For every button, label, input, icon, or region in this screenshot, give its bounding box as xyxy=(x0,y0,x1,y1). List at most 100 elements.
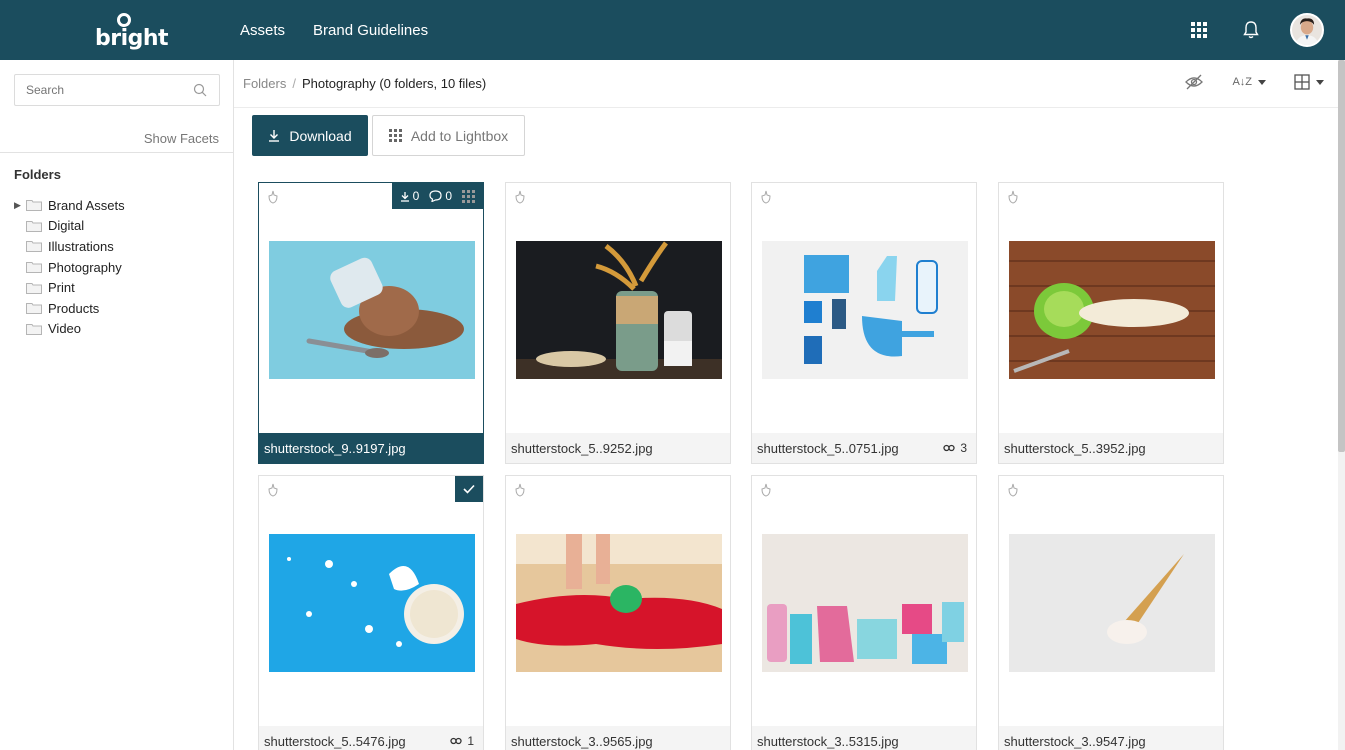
hide-eye-icon[interactable] xyxy=(1184,74,1204,90)
folder-item-photography[interactable]: Photography xyxy=(14,257,125,278)
user-avatar[interactable] xyxy=(1290,13,1324,47)
folders-heading: Folders xyxy=(14,167,61,182)
card-download-action[interactable]: 0 xyxy=(400,189,420,203)
breadcrumb-current: Photography (0 folders, 10 files) xyxy=(301,76,487,91)
sort-az-icon: A↓Z xyxy=(1232,76,1252,88)
link-icon xyxy=(450,737,462,745)
card-action-bar: 0 0 xyxy=(391,183,483,209)
expand-caret-icon[interactable]: ▶ xyxy=(14,200,26,211)
asset-filename: shutterstock_5..5476.jpg xyxy=(264,733,406,749)
folder-label: Photography xyxy=(48,259,122,275)
notification-bell-icon[interactable] xyxy=(1242,20,1260,40)
folder-icon xyxy=(26,282,42,294)
download-button[interactable]: Download xyxy=(252,115,368,156)
favorite-pin-icon[interactable] xyxy=(514,483,526,497)
divider xyxy=(234,107,1338,108)
grid-layout-icon xyxy=(1294,74,1310,90)
nav-brand-guidelines[interactable]: Brand Guidelines xyxy=(313,22,428,39)
asset-thumbnail xyxy=(1009,241,1215,379)
search-box[interactable] xyxy=(14,74,220,106)
asset-filename: shutterstock_3..5315.jpg xyxy=(757,733,899,749)
folder-label: Illustrations xyxy=(48,238,114,254)
favorite-pin-icon[interactable] xyxy=(1007,483,1019,497)
folder-item-video[interactable]: Video xyxy=(14,319,125,340)
layout-dropdown[interactable] xyxy=(1294,74,1324,90)
sidebar: Show Facets Folders ▶ Brand Assets Digit… xyxy=(0,60,234,750)
asset-footer: shutterstock_3..5315.jpg xyxy=(752,726,976,750)
asset-filename: shutterstock_5..3952.jpg xyxy=(1004,440,1146,456)
folder-item-products[interactable]: Products xyxy=(14,298,125,319)
asset-thumbnail xyxy=(762,534,968,672)
sort-dropdown[interactable]: A↓Z xyxy=(1232,76,1266,88)
folder-item-illustrations[interactable]: Illustrations xyxy=(14,236,125,257)
asset-card[interactable]: shutterstock_3..9565.jpg xyxy=(505,475,731,750)
search-icon[interactable] xyxy=(193,83,207,97)
divider xyxy=(0,152,234,153)
download-label: Download xyxy=(289,127,352,144)
nav-assets[interactable]: Assets xyxy=(240,22,285,39)
logo-ring-icon xyxy=(117,13,131,27)
asset-footer: shutterstock_3..9547.jpg xyxy=(999,726,1223,750)
asset-thumbnail xyxy=(269,534,475,672)
asset-thumbnail xyxy=(516,241,722,379)
asset-filename: shutterstock_9..9197.jpg xyxy=(264,440,406,456)
download-icon xyxy=(400,191,409,202)
scrollbar-thumb[interactable] xyxy=(1338,60,1345,452)
comment-icon xyxy=(429,190,442,202)
caret-down-icon xyxy=(1258,79,1266,85)
asset-card[interactable]: shutterstock_5..3952.jpg xyxy=(998,182,1224,464)
folder-icon xyxy=(26,323,42,335)
folder-icon xyxy=(26,303,42,315)
usage-number: 3 xyxy=(960,441,967,455)
bright-logo[interactable]: bright xyxy=(95,12,169,52)
card-lightbox-icon[interactable] xyxy=(462,189,475,203)
asset-thumbnail xyxy=(516,534,722,672)
apps-grid-icon[interactable] xyxy=(1191,22,1207,38)
favorite-pin-icon[interactable] xyxy=(514,190,526,204)
asset-card[interactable]: shutterstock_5..9252.jpg xyxy=(505,182,731,464)
asset-card[interactable]: 0 0 shutterstock_9..9197.jpg xyxy=(258,182,484,464)
asset-filename: shutterstock_5..9252.jpg xyxy=(511,440,653,456)
top-bar: bright Assets Brand Guidelines xyxy=(0,0,1345,60)
link-icon xyxy=(943,444,955,452)
favorite-pin-icon[interactable] xyxy=(760,190,772,204)
folder-item-brand-assets[interactable]: ▶ Brand Assets xyxy=(14,195,125,216)
favorite-pin-icon[interactable] xyxy=(267,483,279,497)
asset-card[interactable]: shutterstock_3..9547.jpg xyxy=(998,475,1224,750)
favorite-pin-icon[interactable] xyxy=(1007,190,1019,204)
folder-label: Products xyxy=(48,300,100,316)
view-toolbar: A↓Z xyxy=(1184,74,1324,90)
asset-filename: shutterstock_3..9565.jpg xyxy=(511,733,653,749)
folder-label: Brand Assets xyxy=(48,197,125,213)
card-comment-action[interactable]: 0 xyxy=(429,189,452,203)
checkmark-icon xyxy=(463,484,475,494)
favorite-pin-icon[interactable] xyxy=(760,483,772,497)
add-to-lightbox-button[interactable]: Add to Lightbox xyxy=(372,115,525,156)
breadcrumb: Folders / Photography (0 folders, 10 fil… xyxy=(243,76,486,91)
selected-checkbox[interactable] xyxy=(455,476,483,502)
asset-filename: shutterstock_3..9547.jpg xyxy=(1004,733,1146,749)
asset-footer: shutterstock_5..3952.jpg xyxy=(999,433,1223,463)
asset-thumbnail xyxy=(269,241,475,379)
folder-icon xyxy=(26,241,42,253)
breadcrumb-folders-link[interactable]: Folders xyxy=(243,76,286,91)
folder-label: Print xyxy=(48,280,75,296)
show-facets-link[interactable]: Show Facets xyxy=(144,131,219,146)
usage-number: 1 xyxy=(467,734,474,748)
favorite-pin-icon[interactable] xyxy=(267,190,279,204)
folder-icon xyxy=(26,262,42,274)
asset-card[interactable]: shutterstock_5..5476.jpg 1 xyxy=(258,475,484,750)
asset-footer: shutterstock_5..9252.jpg xyxy=(506,433,730,463)
folder-item-print[interactable]: Print xyxy=(14,277,125,298)
usage-count[interactable]: 1 xyxy=(450,734,474,748)
asset-footer: shutterstock_5..0751.jpg 3 xyxy=(752,433,976,463)
asset-card[interactable]: shutterstock_5..0751.jpg 3 xyxy=(751,182,977,464)
caret-down-icon xyxy=(1316,79,1324,85)
lightbox-label: Add to Lightbox xyxy=(410,127,509,144)
folder-item-digital[interactable]: Digital xyxy=(14,216,125,237)
download-count: 0 xyxy=(412,189,420,203)
asset-card[interactable]: shutterstock_3..5315.jpg xyxy=(751,475,977,750)
asset-footer: shutterstock_5..5476.jpg 1 xyxy=(259,726,483,750)
usage-count[interactable]: 3 xyxy=(943,441,967,455)
search-input[interactable] xyxy=(15,75,185,105)
